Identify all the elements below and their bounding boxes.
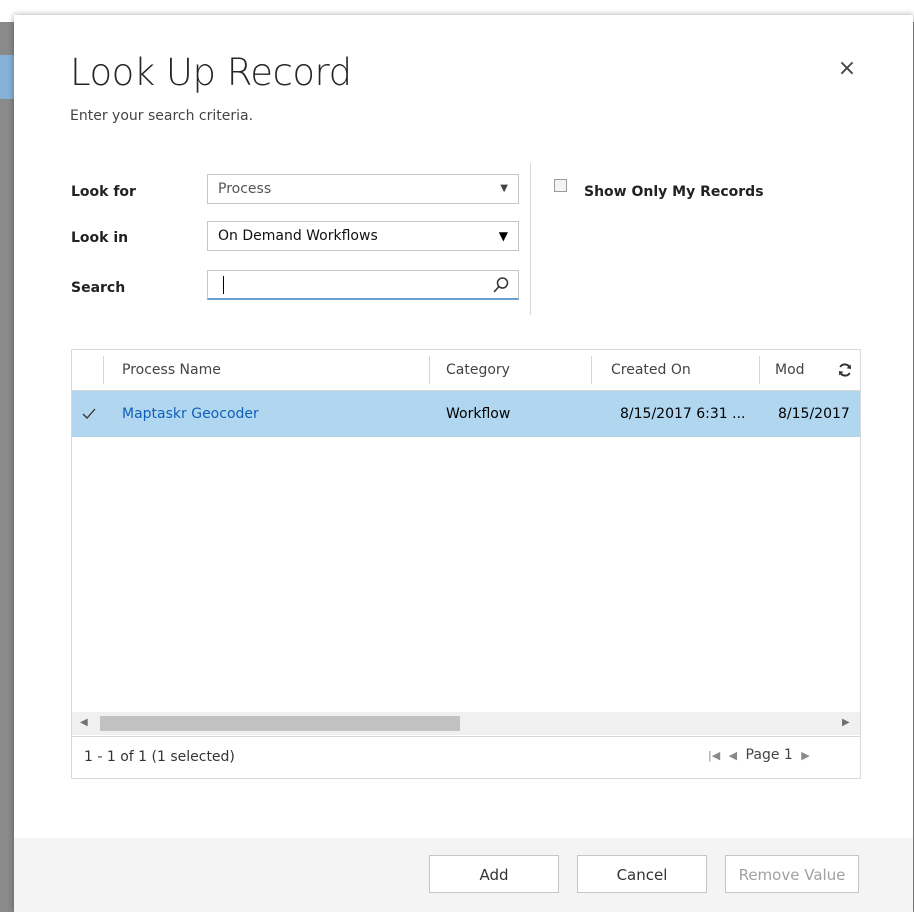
dialog-subtitle: Enter your search criteria.: [70, 108, 254, 124]
scroll-left-icon[interactable]: ◀: [80, 717, 88, 728]
table-row[interactable]: Maptaskr Geocoder Workflow 8/15/2017 6:3…: [72, 391, 860, 437]
column-header-category[interactable]: Category: [446, 350, 510, 390]
first-page-icon[interactable]: |◀: [708, 749, 720, 762]
look-for-select[interactable]: Process ▼: [207, 174, 519, 204]
dropdown-arrow-icon: ▼: [498, 229, 508, 243]
look-in-value: On Demand Workflows: [218, 228, 378, 244]
column-header-process-name[interactable]: Process Name: [122, 350, 221, 390]
grid-footer: 1 - 1 of 1 (1 selected) |◀ ◀ Page 1 ▶: [72, 736, 860, 779]
horizontal-scrollbar[interactable]: ◀ ▶: [72, 712, 860, 735]
lookup-dialog: Look Up Record Enter your search criteri…: [14, 15, 913, 912]
column-divider: [429, 356, 430, 384]
column-header-created-on[interactable]: Created On: [611, 350, 691, 390]
category-cell: Workflow: [446, 406, 511, 422]
search-icon[interactable]: [492, 276, 510, 294]
modified-on-cell: 8/15/2017: [778, 406, 850, 422]
created-on-cell: 8/15/2017 6:31 ...: [620, 406, 746, 422]
look-for-value: Process: [218, 181, 272, 197]
column-divider: [591, 356, 592, 384]
look-for-label: Look for: [71, 184, 136, 200]
text-cursor: [223, 276, 224, 294]
dialog-footer: Add Cancel Remove Value: [14, 838, 913, 912]
remove-value-button[interactable]: Remove Value: [725, 855, 859, 893]
scrollbar-thumb[interactable]: [100, 716, 460, 731]
cancel-button[interactable]: Cancel: [577, 855, 707, 893]
process-name-link[interactable]: Maptaskr Geocoder: [122, 391, 422, 437]
grid-header: Process Name Category Created On Mod: [72, 350, 860, 391]
close-icon[interactable]: ×: [836, 58, 858, 80]
scroll-right-icon[interactable]: ▶: [842, 717, 850, 728]
background-accent-strip: [0, 55, 14, 99]
add-button[interactable]: Add: [429, 855, 559, 893]
previous-page-icon[interactable]: ◀: [729, 749, 737, 762]
search-input[interactable]: [216, 271, 485, 299]
search-label: Search: [71, 280, 126, 296]
column-divider: [759, 356, 760, 384]
criteria-divider: [530, 163, 531, 315]
search-field[interactable]: [207, 270, 519, 300]
row-selected-check-icon: [82, 391, 100, 437]
look-in-label: Look in: [71, 230, 129, 246]
show-only-my-records-label: Show Only My Records: [584, 184, 764, 200]
pager: |◀ ◀ Page 1 ▶: [708, 747, 814, 763]
results-grid: Process Name Category Created On Mod Map…: [71, 349, 861, 779]
column-divider: [103, 356, 104, 384]
column-header-modified-on[interactable]: Mod: [775, 350, 805, 390]
dialog-title: Look Up Record: [70, 51, 352, 94]
next-page-icon[interactable]: ▶: [801, 749, 809, 762]
refresh-icon[interactable]: [837, 362, 853, 378]
look-in-select[interactable]: On Demand Workflows ▼: [207, 221, 519, 251]
record-count: 1 - 1 of 1 (1 selected): [84, 749, 235, 765]
page-label: Page 1: [745, 747, 793, 763]
dropdown-arrow-icon: ▼: [500, 183, 508, 194]
show-only-my-records-checkbox[interactable]: [554, 179, 567, 192]
